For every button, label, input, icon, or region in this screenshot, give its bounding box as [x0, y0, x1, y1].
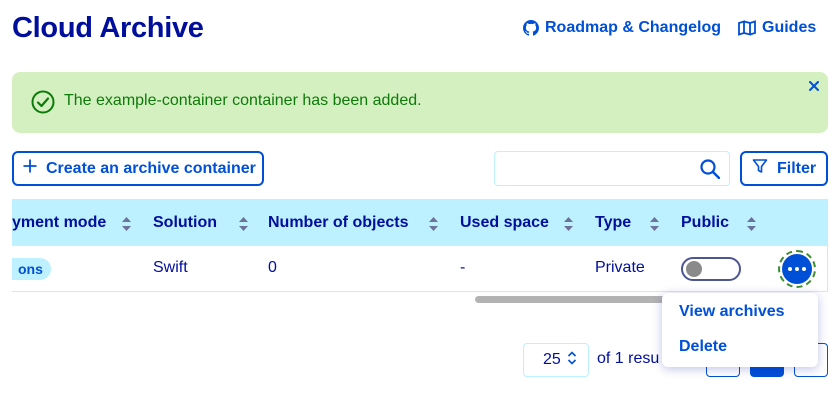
table-header: yment mode Solution Number of objects Us… — [12, 199, 828, 246]
sort-icon[interactable] — [239, 217, 248, 236]
plus-icon — [23, 159, 37, 178]
sort-icon[interactable] — [122, 217, 131, 236]
containers-table: yment mode Solution Number of objects Us… — [12, 199, 828, 293]
create-archive-container-label: Create an archive container — [46, 159, 256, 177]
sort-icon[interactable] — [650, 217, 659, 236]
table-row: ons Swift 0 - Private — [12, 246, 828, 292]
solution-cell: Swift — [153, 259, 188, 276]
row-actions-menu: View archives Delete — [662, 293, 818, 367]
github-icon — [523, 20, 539, 36]
check-circle-icon — [31, 90, 55, 119]
column-header-public[interactable]: Public — [681, 214, 729, 232]
sort-icon[interactable] — [747, 217, 756, 236]
success-alert: The example-container container has been… — [12, 72, 828, 133]
row-actions-button[interactable] — [778, 250, 816, 288]
column-header-deployment-mode[interactable]: yment mode — [12, 214, 106, 232]
guides-label: Guides — [762, 19, 817, 36]
search-icon[interactable] — [700, 159, 721, 184]
number-of-objects-cell: 0 — [268, 259, 277, 276]
filter-label: Filter — [777, 159, 817, 177]
chevron-up-down-icon — [567, 350, 577, 370]
more-horizontal-icon — [782, 254, 812, 284]
guides-link[interactable]: Guides — [738, 19, 816, 37]
column-header-number-of-objects[interactable]: Number of objects — [268, 214, 408, 232]
create-archive-container-button[interactable]: Create an archive container — [12, 151, 264, 186]
page-title: Cloud Archive — [12, 12, 204, 44]
used-space-cell: - — [460, 259, 466, 276]
column-header-type[interactable]: Type — [595, 214, 631, 232]
toggle-knob — [686, 261, 702, 277]
search-input[interactable] — [494, 151, 730, 186]
deployment-mode-badge: ons — [12, 258, 51, 280]
roadmap-changelog-label: Roadmap & Changelog — [545, 19, 722, 36]
alert-message: The example-container container has been… — [64, 92, 422, 109]
close-icon[interactable] — [806, 78, 822, 94]
results-count-text: of 1 resu — [597, 350, 660, 367]
public-toggle[interactable] — [681, 257, 741, 281]
roadmap-changelog-link[interactable]: Roadmap & Changelog — [523, 19, 721, 37]
book-icon — [738, 20, 756, 36]
page-size-select[interactable]: 25 — [523, 343, 589, 377]
column-header-solution[interactable]: Solution — [153, 214, 217, 232]
menu-item-view-archives[interactable]: View archives — [679, 303, 785, 321]
sort-icon[interactable] — [564, 217, 573, 236]
column-header-used-space[interactable]: Used space — [460, 214, 549, 232]
menu-item-delete[interactable]: Delete — [679, 338, 727, 356]
type-cell: Private — [595, 259, 645, 276]
page-size-value: 25 — [543, 351, 561, 368]
sort-icon[interactable] — [429, 217, 438, 236]
filter-icon — [752, 158, 768, 179]
filter-button[interactable]: Filter — [740, 151, 828, 186]
